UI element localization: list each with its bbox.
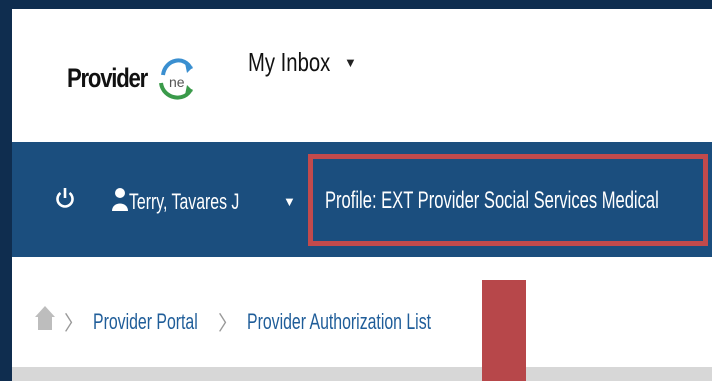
window-frame: Provider ne My Inbox ▼ Terry, Tavares J … [12, 9, 712, 381]
breadcrumb-provider-portal[interactable]: Provider Portal [93, 309, 198, 335]
chevron-down-icon: ▼ [283, 194, 296, 209]
logo-wordmark: Provider [67, 63, 148, 93]
logo-one-icon: ne [155, 53, 199, 110]
profile-highlight-box: Profile: EXT Provider Social Services Me… [308, 154, 708, 246]
app-header: Provider ne My Inbox ▼ [12, 9, 712, 142]
chevron-down-icon: ▼ [344, 55, 357, 70]
user-menu[interactable]: Terry, Tavares J ▼ [111, 186, 296, 217]
breadcrumb-separator: 〉 [218, 313, 238, 335]
profile-label[interactable]: Profile: EXT Provider Social Services Me… [325, 187, 659, 215]
home-icon[interactable] [34, 304, 56, 337]
breadcrumb-provider-authorization-list[interactable]: Provider Authorization List [247, 309, 431, 335]
user-icon [111, 186, 129, 217]
content-divider [12, 367, 712, 381]
breadcrumb: 〉 Provider Portal 〉 Provider Authorizati… [12, 257, 712, 377]
my-inbox-label: My Inbox [248, 47, 331, 77]
user-name: Terry, Tavares J [129, 188, 240, 214]
power-icon[interactable] [56, 186, 74, 217]
svg-text:ne: ne [169, 74, 185, 90]
breadcrumb-separator: 〉 [64, 313, 84, 335]
annotation-arrow [482, 280, 526, 381]
providerone-logo[interactable]: Provider ne [67, 53, 197, 103]
my-inbox-menu[interactable]: My Inbox ▼ [248, 47, 357, 78]
main-nav-bar: Terry, Tavares J ▼ Profile: EXT Provider… [12, 142, 712, 257]
